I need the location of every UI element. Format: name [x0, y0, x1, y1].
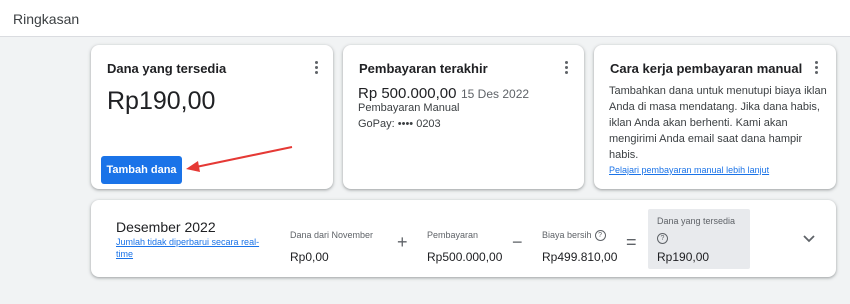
page-title: Ringkasan [13, 11, 80, 27]
more-vert-icon[interactable] [561, 61, 571, 77]
summary-month: Desember 2022 [116, 219, 216, 235]
not-real-time-link[interactable]: Jumlah tidak diperbarui secara real-time [116, 236, 276, 260]
summary-available-value: Rp190,00 [657, 250, 710, 264]
learn-more-link[interactable]: Pelajari pembayaran manual lebih lanjut [609, 165, 769, 175]
plus-operator: + [397, 232, 408, 252]
add-funds-button[interactable]: Tambah dana [101, 156, 182, 184]
last-payment-date: 15 Des 2022 [461, 87, 530, 101]
last-payment-amount: Rp 500.000,00 [358, 85, 457, 102]
monthly-summary-card: Desember 2022 Jumlah tidak diperbarui se… [91, 200, 836, 277]
carryover-label: Dana dari November [290, 230, 374, 240]
more-vert-icon[interactable] [311, 61, 321, 77]
minus-operator: − [512, 232, 523, 252]
chevron-down-icon[interactable] [803, 234, 815, 244]
available-funds-title: Dana yang tersedia [107, 61, 227, 76]
help-circle-icon[interactable]: ? [594, 230, 606, 242]
net-cost-value: Rp499.810,00 [542, 250, 618, 264]
summary-available-label: Dana yang tersedia [657, 216, 736, 226]
manual-payment-description: Tambahkan dana untuk menutupi biaya ikla… [609, 85, 827, 161]
last-payment-card: Pembayaran terakhir Rp 500.000,00 15 Des… [343, 45, 584, 189]
top-bar: Ringkasan [0, 0, 850, 37]
net-cost-label-text: Biaya bersih [542, 230, 592, 240]
red-arrow-annotation [186, 146, 293, 172]
carryover-value: Rp0,00 [290, 250, 329, 264]
more-vert-icon[interactable] [811, 61, 821, 77]
help-circle-icon[interactable]: ? [657, 233, 668, 244]
payments-value: Rp500.000,00 [427, 250, 503, 264]
net-cost-label: Biaya bersih? [542, 230, 606, 242]
payment-method: Pembayaran Manual [358, 102, 460, 114]
available-funds-amount: Rp190,00 [107, 87, 216, 115]
payment-account: GoPay: •••• 0203 [358, 118, 441, 130]
manual-payment-title: Cara kerja pembayaran manual [610, 61, 803, 76]
payments-label: Pembayaran [427, 230, 479, 240]
manual-payment-info-card: Cara kerja pembayaran manual Tambahkan d… [594, 45, 836, 189]
last-payment-title: Pembayaran terakhir [359, 61, 488, 76]
equals-operator: = [626, 232, 637, 252]
